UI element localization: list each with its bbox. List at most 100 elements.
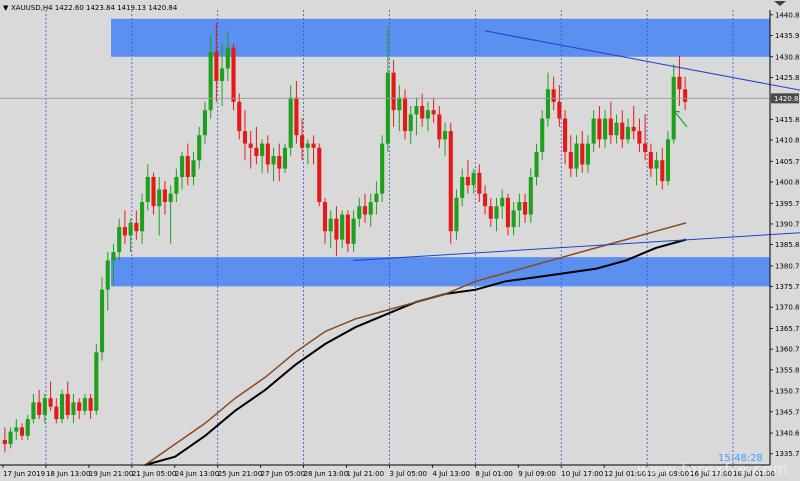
x-tick-label: 25 Jun 21:00 <box>218 470 262 478</box>
y-tick-label: 1425.85 <box>775 74 800 82</box>
bearish-candle <box>391 72 396 111</box>
bullish-candle <box>442 131 448 140</box>
bearish-candle <box>402 97 408 132</box>
header-arrow-icon[interactable]: ▼ <box>3 4 9 12</box>
x-tick-label: 21 Jun 05:00 <box>132 470 176 478</box>
y-tick-label: 1430.80 <box>775 53 800 61</box>
bearish-candle <box>448 131 453 232</box>
y-tick-label: 1370.80 <box>775 304 800 312</box>
bearish-candle <box>151 176 156 207</box>
bullish-candle <box>545 89 550 119</box>
bearish-candle <box>231 47 236 102</box>
x-tick-label: 24 Jun 13:00 <box>175 470 219 478</box>
resistance-zone <box>111 18 770 57</box>
y-tick-label: 1345.75 <box>775 408 800 416</box>
bearish-candle <box>345 214 350 244</box>
bullish-candle <box>614 122 619 136</box>
bearish-candle <box>88 398 93 411</box>
y-tick-label: 1350.70 <box>775 388 800 396</box>
bullish-candle <box>305 143 310 148</box>
bearish-candle <box>643 143 648 152</box>
x-tick-label: 17 Jun 2019 <box>3 470 45 478</box>
bullish-candle <box>157 189 162 207</box>
bullish-candle <box>202 110 207 136</box>
bullish-candle <box>328 218 333 232</box>
bearish-candle <box>597 118 602 140</box>
bullish-candle <box>591 118 596 144</box>
bullish-candle <box>197 135 202 161</box>
bearish-candle <box>563 118 568 152</box>
y-tick-label: 1355.80 <box>775 366 800 374</box>
bullish-candle <box>94 352 99 411</box>
current-price-label: 1420.84 <box>774 95 800 103</box>
bearish-candle <box>677 76 682 90</box>
bearish-candle <box>660 160 665 182</box>
bullish-candle <box>540 118 545 152</box>
bullish-candle <box>511 210 516 228</box>
bearish-candle <box>483 193 488 207</box>
bullish-candle <box>574 143 579 169</box>
bearish-candle <box>620 122 625 140</box>
bearish-candle <box>134 222 139 232</box>
bearish-candle <box>2 439 7 445</box>
bullish-candle <box>25 419 30 436</box>
bearish-candle <box>294 97 299 136</box>
x-tick-label: 28 Jun 13:00 <box>304 470 348 478</box>
bullish-candle <box>180 156 185 177</box>
bearish-candle <box>488 206 493 219</box>
bullish-candle <box>603 118 608 140</box>
x-tick-label: 3 Jul 05:00 <box>389 470 427 478</box>
bullish-candle <box>99 289 105 353</box>
bearish-candle <box>465 176 470 186</box>
bearish-candle <box>631 126 636 132</box>
bullish-candle <box>385 72 390 144</box>
y-tick-label: 1360.75 <box>775 346 800 354</box>
bullish-candle <box>500 197 505 207</box>
bearish-candle <box>322 202 328 232</box>
x-tick-label: 4 Jul 13:00 <box>432 470 470 478</box>
bearish-candle <box>557 101 562 119</box>
bullish-candle <box>380 143 385 194</box>
price-chart[interactable]: 1440.85 1435.90 1430.80 1425.85 1420.84 1415.… <box>0 0 800 481</box>
bearish-candle <box>420 106 425 119</box>
bearish-candle <box>551 89 556 102</box>
y-tick-label: 1385.80 <box>775 241 800 249</box>
bullish-candle <box>282 147 288 169</box>
bearish-candle <box>523 202 528 215</box>
bullish-candle <box>585 143 591 165</box>
x-tick-label: 10 Jul 17:00 <box>561 470 603 478</box>
bullish-candle <box>271 156 276 165</box>
bearish-candle <box>162 189 167 203</box>
bullish-candle <box>225 47 230 69</box>
bearish-candle <box>568 151 573 169</box>
bullish-candle <box>174 176 179 194</box>
x-tick-label: 19 Jun 21:00 <box>89 470 133 478</box>
x-tick-label: 8 Jul 01:00 <box>475 470 513 478</box>
bearish-candle <box>317 147 322 203</box>
bullish-candle <box>665 139 671 182</box>
bullish-candle <box>397 97 402 111</box>
bearish-candle <box>214 51 219 81</box>
bearish-candle <box>54 406 59 420</box>
bearish-candle <box>431 110 436 115</box>
bullish-candle <box>425 110 430 119</box>
y-tick-label: 1415.80 <box>775 116 800 124</box>
bearish-candle <box>65 394 70 415</box>
bullish-candle <box>374 193 379 203</box>
y-tick-label: 1395.70 <box>775 200 800 208</box>
bearish-candle <box>477 172 482 194</box>
bearish-candle <box>122 227 127 236</box>
bullish-candle <box>128 222 133 236</box>
bullish-candle <box>288 97 293 148</box>
bullish-candle <box>340 214 345 240</box>
bearish-candle <box>362 206 368 215</box>
bearish-candle <box>683 89 688 102</box>
chart-container: 1440.85 1435.90 1430.80 1425.85 1420.84 1415.… <box>0 0 800 481</box>
bullish-candle <box>471 172 476 186</box>
bullish-candle <box>625 126 631 140</box>
bullish-candle <box>140 202 145 232</box>
bearish-candle <box>242 131 248 144</box>
bearish-candle <box>608 118 613 136</box>
bearish-candle <box>505 197 510 228</box>
bullish-candle <box>145 176 150 203</box>
